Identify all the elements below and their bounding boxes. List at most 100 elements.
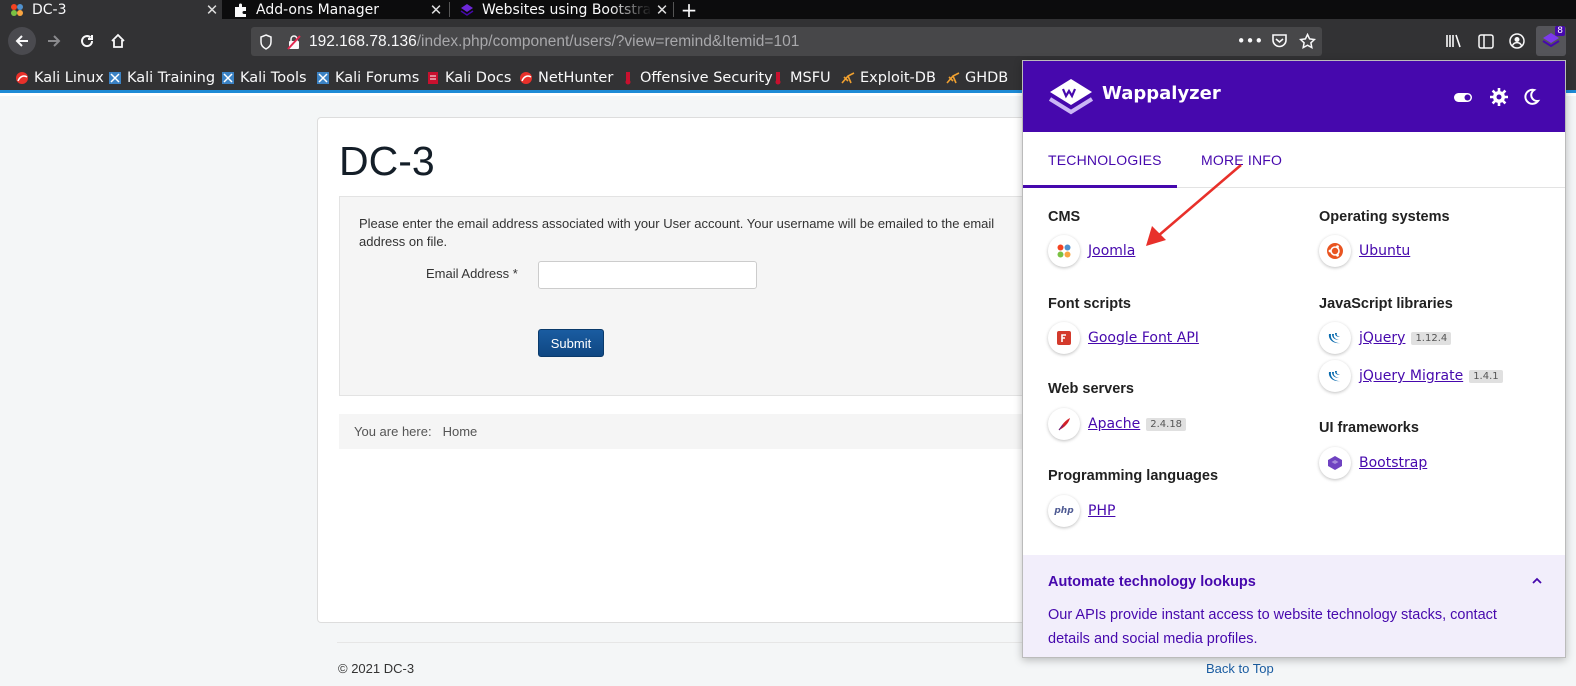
- jquery-migrate-icon: [1319, 360, 1351, 392]
- php-icon: php: [1048, 495, 1080, 527]
- bookmark-msfu[interactable]: MSFU: [771, 68, 831, 88]
- tech-php[interactable]: php PHP: [1048, 495, 1115, 527]
- bookmark-kali-linux[interactable]: Kali Linux: [15, 68, 104, 88]
- tech-name[interactable]: Google Font API: [1088, 330, 1199, 346]
- url-host: 192.168.78.136: [309, 32, 417, 50]
- pocket-button[interactable]: [1265, 27, 1293, 55]
- shield-icon[interactable]: [259, 33, 273, 50]
- tech-google-font-api[interactable]: Google Font API: [1048, 322, 1199, 354]
- active-tab-indicator: [1023, 185, 1177, 188]
- navigation-toolbar: 192.168.78.136/index.php/component/users…: [0, 19, 1576, 63]
- chevron-up-icon[interactable]: [1529, 573, 1545, 589]
- bookmark-label: Kali Tools: [240, 70, 307, 86]
- version-badge: 1.4.1: [1469, 369, 1503, 383]
- close-tab-icon[interactable]: ✕: [426, 1, 446, 19]
- email-input[interactable]: [538, 261, 757, 289]
- wappalyzer-header: Wappalyzer: [1023, 61, 1565, 132]
- tech-jquery[interactable]: jQuery 1.12.4: [1319, 322, 1452, 354]
- bookmark-ghdb[interactable]: GHDB: [946, 68, 1008, 88]
- bookmark-kali-forums[interactable]: Kali Forums: [316, 68, 419, 88]
- category-cms: CMS: [1048, 209, 1081, 225]
- bookmark-exploit-db[interactable]: Exploit-DB: [841, 68, 936, 88]
- back-to-top-link[interactable]: Back to Top: [1206, 661, 1274, 676]
- kali-docs-icon: [428, 72, 438, 84]
- tab-technologies[interactable]: TECHNOLOGIES: [1048, 152, 1162, 168]
- account-button[interactable]: [1503, 27, 1531, 55]
- remind-form: Please enter the email address associate…: [339, 196, 1039, 396]
- reload-button[interactable]: [73, 27, 101, 55]
- category-web-servers: Web servers: [1048, 381, 1134, 397]
- tech-ubuntu[interactable]: Ubuntu: [1319, 235, 1410, 267]
- tech-name[interactable]: Joomla: [1088, 243, 1135, 259]
- kali-dragon-icon: [16, 72, 28, 84]
- bookmark-label: Exploit-DB: [860, 70, 936, 86]
- new-tab-button[interactable]: +: [677, 0, 701, 19]
- sidebar-button[interactable]: [1472, 27, 1500, 55]
- submit-button[interactable]: Submit: [538, 329, 604, 357]
- toggle-icon[interactable]: [1453, 87, 1473, 107]
- close-tab-icon[interactable]: ✕: [202, 1, 222, 19]
- wappalyzer-brand: Wappalyzer: [1102, 83, 1221, 104]
- bookmark-label: Offensive Security: [640, 70, 773, 86]
- back-button[interactable]: [8, 27, 36, 55]
- arrow-left-icon: [15, 35, 28, 47]
- tab-dc3[interactable]: DC-3 ✕: [0, 0, 222, 19]
- breadcrumb-home: Home: [442, 424, 478, 439]
- wappalyzer-extension-button[interactable]: 8: [1536, 26, 1566, 56]
- bookmark-label: MSFU: [790, 70, 831, 86]
- bookmark-label: Kali Linux: [34, 70, 104, 86]
- tab-websites-bootstrap[interactable]: Websites using Bootstrap ✕: [450, 0, 672, 19]
- dark-mode-moon-icon[interactable]: [1521, 87, 1541, 107]
- bootstrap-icon: [1319, 447, 1351, 479]
- tab-addons-manager[interactable]: Add-ons Manager ✕: [224, 0, 446, 19]
- joomla-favicon-icon: [11, 3, 23, 16]
- form-intro-text: Please enter the email address associate…: [359, 216, 995, 249]
- wappalyzer-tabs: TECHNOLOGIES MORE INFO: [1023, 132, 1565, 188]
- bookmark-label: Kali Docs: [445, 70, 512, 86]
- url-path: /index.php/component/users/?view=remind&…: [416, 32, 800, 50]
- library-icon: [1446, 34, 1461, 48]
- plus-icon: +: [680, 0, 698, 19]
- tech-name[interactable]: Apache: [1088, 416, 1140, 432]
- forward-button[interactable]: [40, 27, 68, 55]
- breadcrumb-prefix: You are here:: [354, 424, 432, 439]
- bookmark-nethunter[interactable]: NetHunter: [519, 68, 613, 88]
- home-button[interactable]: [104, 27, 132, 55]
- close-tab-icon[interactable]: ✕: [652, 1, 672, 19]
- reload-icon: [81, 35, 94, 48]
- bookmark-kali-tools[interactable]: Kali Tools: [221, 68, 307, 88]
- address-bar[interactable]: 192.168.78.136/index.php/component/users…: [251, 27, 1322, 56]
- tech-name[interactable]: jQuery Migrate: [1359, 368, 1463, 384]
- bookmark-offensive-security[interactable]: Offensive Security: [621, 68, 773, 88]
- page-actions-button[interactable]: •••: [1236, 27, 1264, 55]
- ghdb-spider-icon: [946, 72, 960, 84]
- kali-forums-icon: [317, 72, 329, 84]
- joomla-icon: [1048, 235, 1080, 267]
- tech-name[interactable]: PHP: [1088, 503, 1115, 519]
- tech-name[interactable]: Ubuntu: [1359, 243, 1410, 259]
- tech-bootstrap[interactable]: Bootstrap: [1319, 447, 1427, 479]
- tech-jquery-migrate[interactable]: jQuery Migrate 1.4.1: [1319, 360, 1503, 392]
- category-operating-systems: Operating systems: [1319, 209, 1450, 225]
- tech-joomla[interactable]: Joomla: [1048, 235, 1135, 267]
- footer-divider: [337, 642, 1037, 643]
- tech-name[interactable]: Bootstrap: [1359, 455, 1427, 471]
- gear-icon[interactable]: [1489, 87, 1509, 107]
- msfu-icon: [775, 72, 781, 85]
- tab-bar: DC-3 ✕ Add-ons Manager ✕ Websites using …: [0, 0, 1576, 19]
- bookmark-star-button[interactable]: [1293, 27, 1321, 55]
- bookmark-kali-docs[interactable]: Kali Docs: [426, 68, 511, 88]
- insecure-lock-icon[interactable]: [287, 34, 301, 50]
- tech-apache[interactable]: Apache 2.4.18: [1048, 408, 1187, 440]
- exploit-db-spider-icon: [841, 72, 855, 84]
- bookmark-kali-training[interactable]: Kali Training: [108, 68, 215, 88]
- promo-title[interactable]: Automate technology lookups: [1048, 574, 1256, 590]
- library-button[interactable]: [1440, 27, 1468, 55]
- pocket-icon: [1271, 34, 1287, 48]
- api-promo-panel: Automate technology lookups Our APIs pro…: [1023, 555, 1565, 657]
- jquery-icon: [1319, 322, 1351, 354]
- tech-name[interactable]: jQuery: [1359, 330, 1405, 346]
- extension-badge: 8: [1555, 26, 1565, 36]
- tab-more-info[interactable]: MORE INFO: [1201, 152, 1282, 168]
- site-title[interactable]: DC-3: [339, 138, 435, 185]
